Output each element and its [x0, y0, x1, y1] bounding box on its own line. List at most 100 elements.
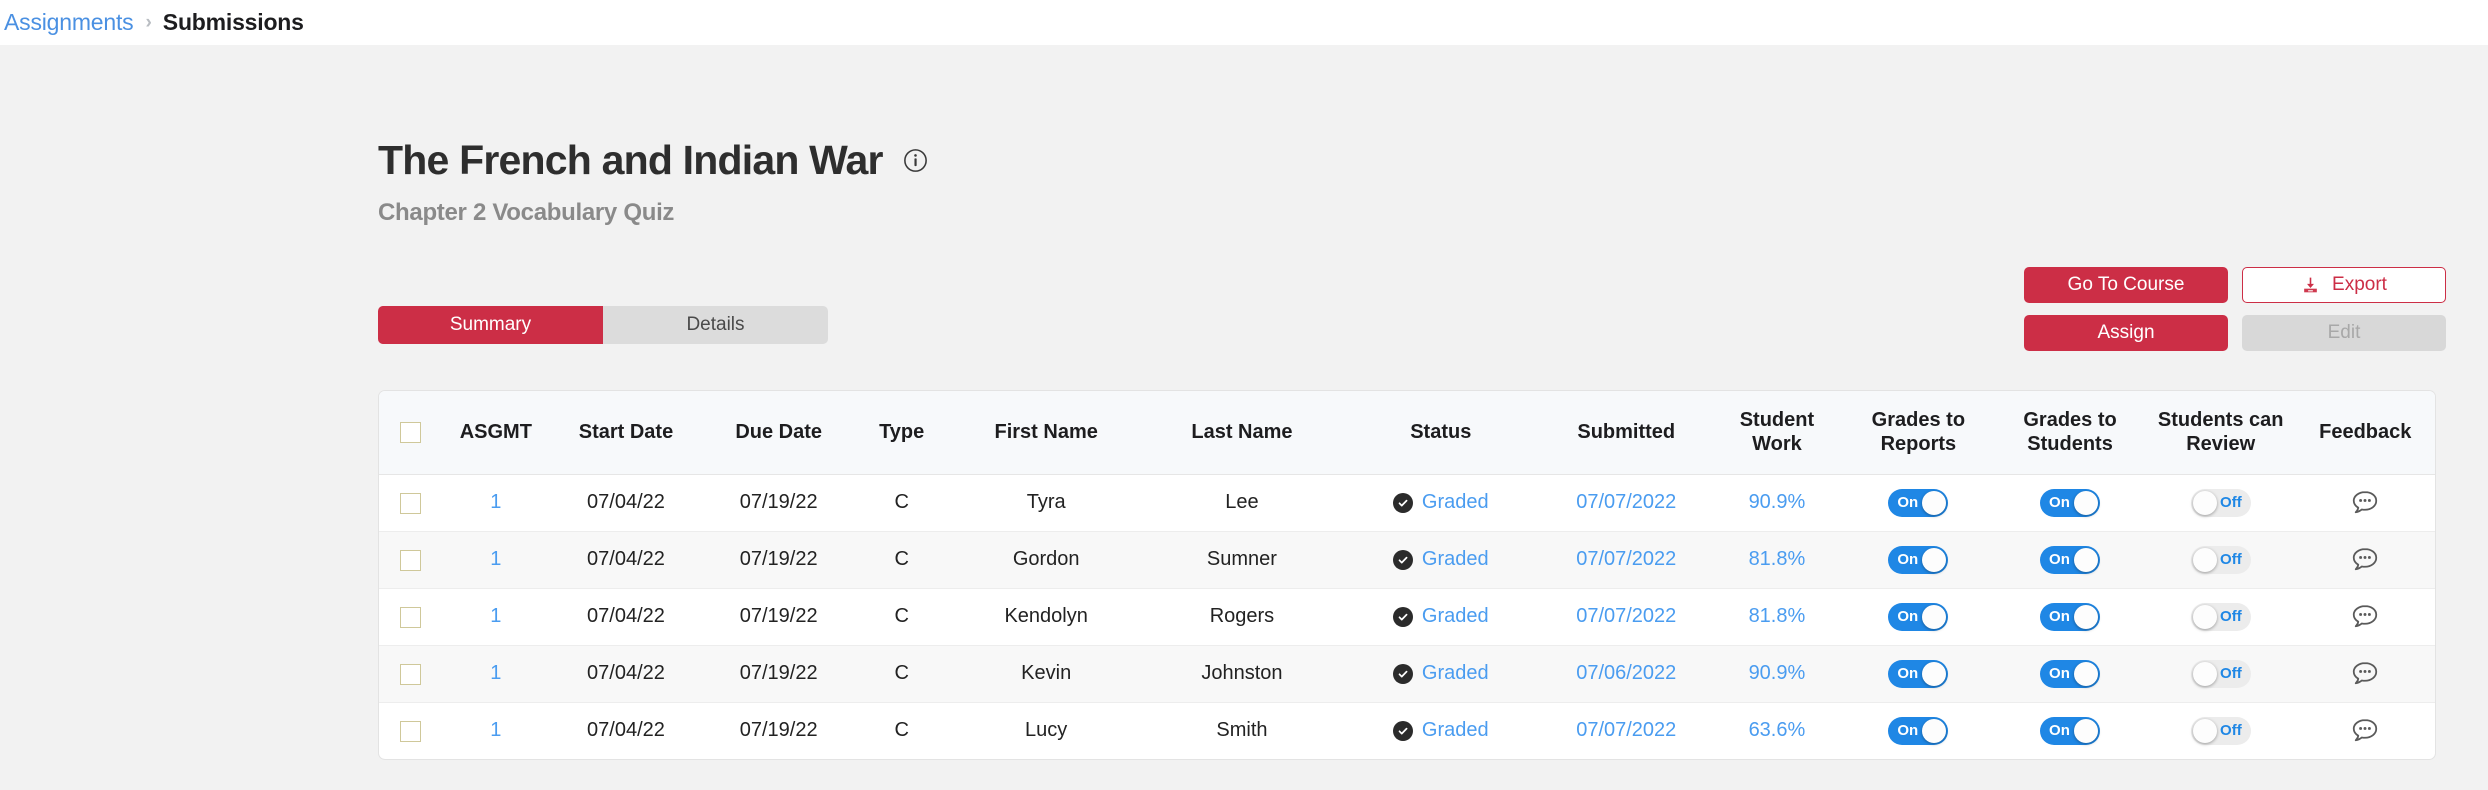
grades-to-reports-toggle[interactable]: On: [1888, 716, 1949, 745]
column-header-feedback[interactable]: Feedback: [2295, 391, 2435, 475]
cell-last-name: Rogers: [1143, 588, 1341, 646]
toggle-knob: [2074, 661, 2099, 686]
column-header-asgmt[interactable]: ASGMT: [442, 391, 550, 475]
grades-to-students-toggle[interactable]: On: [2040, 602, 2101, 631]
grades-to-reports-toggle[interactable]: On: [1888, 488, 1949, 517]
column-header-last-name[interactable]: Last Name: [1143, 391, 1341, 475]
column-header-select-all: [379, 391, 443, 475]
students-can-review-toggle[interactable]: Off: [2190, 602, 2251, 631]
cell-last-name: Smith: [1216, 719, 1268, 742]
row-checkbox[interactable]: [400, 492, 422, 514]
toggle-knob: [1922, 604, 1947, 629]
toggle-knob: [2074, 547, 2099, 572]
column-header-grades-to-reports[interactable]: Grades to Reports: [1842, 391, 1995, 475]
submitted-link[interactable]: 07/07/2022: [1576, 491, 1676, 513]
breadcrumb-link-assignments[interactable]: Assignments: [4, 9, 134, 36]
info-circle-icon[interactable]: [903, 148, 928, 173]
student-work-link[interactable]: 81.8%: [1749, 605, 1806, 627]
asgmt-link[interactable]: 1: [490, 662, 501, 684]
cell-submitted: 07/07/2022: [1541, 531, 1712, 589]
grades-to-students-toggle[interactable]: On: [2040, 545, 2101, 574]
cell-start-date: 07/04/22: [549, 531, 703, 589]
cell-asgmt: 1: [442, 531, 550, 589]
action-buttons: Go To Course Export Assign Edit: [2024, 267, 2446, 351]
student-work-link[interactable]: 81.8%: [1749, 548, 1806, 570]
status-link[interactable]: Graded: [1422, 719, 1489, 742]
cell-status: Graded: [1340, 588, 1542, 646]
students-can-review-toggle[interactable]: Off: [2190, 716, 2251, 745]
students-can-review-toggle[interactable]: Off: [2190, 659, 2251, 688]
grades-to-reports-toggle[interactable]: On: [1888, 545, 1949, 574]
asgmt-link[interactable]: 1: [490, 719, 501, 741]
cell-students-can-review: Off: [2145, 531, 2296, 589]
row-checkbox[interactable]: [400, 606, 422, 628]
cell-feedback: [2295, 645, 2435, 703]
column-header-status[interactable]: Status: [1340, 391, 1542, 475]
status-link[interactable]: Graded: [1422, 662, 1489, 685]
grades-to-students-toggle[interactable]: On: [2040, 488, 2101, 517]
comment-dots-icon[interactable]: [2350, 716, 2380, 746]
cell-type: C: [854, 588, 949, 646]
tab-summary[interactable]: Summary: [378, 306, 603, 344]
status-link[interactable]: Graded: [1422, 491, 1489, 514]
assign-button[interactable]: Assign: [2024, 315, 2228, 351]
comment-dots-icon[interactable]: [2350, 659, 2380, 689]
row-checkbox[interactable]: [400, 720, 422, 742]
grades-to-reports-toggle[interactable]: On: [1888, 602, 1949, 631]
student-work-link[interactable]: 63.6%: [1749, 719, 1806, 741]
comment-dots-icon[interactable]: [2350, 602, 2380, 632]
row-checkbox[interactable]: [400, 663, 422, 685]
column-header-first-name[interactable]: First Name: [948, 391, 1144, 475]
column-header-student-work[interactable]: Student Work: [1711, 391, 1843, 475]
cell-student-work: 81.8%: [1711, 588, 1843, 646]
table-row: 1 07/04/22 07/19/22 C Lucy Smith Graded 07/07/2…: [379, 702, 2435, 759]
status-link[interactable]: Graded: [1422, 605, 1489, 628]
column-header-start-date[interactable]: Start Date: [549, 391, 703, 475]
student-work-link[interactable]: 90.9%: [1749, 662, 1806, 684]
table-body: 1 07/04/22 07/19/22 C Tyra Lee Graded 07/07/202…: [379, 474, 2435, 759]
go-to-course-button[interactable]: Go To Course: [2024, 267, 2228, 303]
cell-status: Graded: [1340, 645, 1542, 703]
cell-type: C: [894, 719, 909, 742]
column-header-due-date[interactable]: Due Date: [702, 391, 855, 475]
grades-to-students-toggle[interactable]: On: [2040, 716, 2101, 745]
select-all-checkbox[interactable]: [400, 422, 422, 444]
grades-to-students-toggle[interactable]: On: [2040, 659, 2101, 688]
toggle-knob: [2192, 661, 2217, 686]
status-link[interactable]: Graded: [1422, 548, 1489, 571]
column-header-students-can-review[interactable]: Students can Review: [2145, 391, 2296, 475]
asgmt-link[interactable]: 1: [490, 548, 501, 570]
toggle-knob: [2074, 718, 2099, 743]
submitted-link[interactable]: 07/07/2022: [1576, 719, 1676, 741]
export-button[interactable]: Export: [2242, 267, 2446, 303]
check-circle-icon: [1392, 606, 1413, 627]
asgmt-link[interactable]: 1: [490, 491, 501, 513]
row-select-cell: [379, 588, 443, 646]
row-select-cell: [379, 702, 443, 759]
submitted-link[interactable]: 07/07/2022: [1576, 605, 1676, 627]
toggle-knob: [2074, 490, 2099, 515]
cell-grades-to-students: On: [1994, 531, 2146, 589]
column-header-type[interactable]: Type: [854, 391, 949, 475]
cell-last-name: Lee: [1143, 474, 1341, 532]
submitted-link[interactable]: 07/07/2022: [1576, 548, 1676, 570]
students-can-review-toggle[interactable]: Off: [2190, 488, 2251, 517]
toggle-knob: [2192, 547, 2217, 572]
column-header-submitted[interactable]: Submitted: [1541, 391, 1712, 475]
cell-feedback: [2296, 702, 2435, 759]
row-select-cell: [379, 531, 443, 589]
row-checkbox[interactable]: [400, 549, 422, 571]
column-header-grades-to-students[interactable]: Grades to Students: [1994, 391, 2146, 475]
submitted-link[interactable]: 07/06/2022: [1576, 662, 1676, 684]
asgmt-link[interactable]: 1: [490, 605, 501, 627]
toggle-knob: [1922, 661, 1947, 686]
comment-dots-icon[interactable]: [2350, 488, 2380, 518]
student-work-link[interactable]: 90.9%: [1749, 491, 1806, 513]
tab-details[interactable]: Details: [603, 306, 828, 344]
check-circle-icon: [1392, 663, 1413, 684]
toggle-knob: [2074, 604, 2099, 629]
students-can-review-toggle[interactable]: Off: [2190, 545, 2251, 574]
cell-grades-to-reports: On: [1842, 645, 1995, 703]
comment-dots-icon[interactable]: [2350, 545, 2380, 575]
grades-to-reports-toggle[interactable]: On: [1888, 659, 1949, 688]
